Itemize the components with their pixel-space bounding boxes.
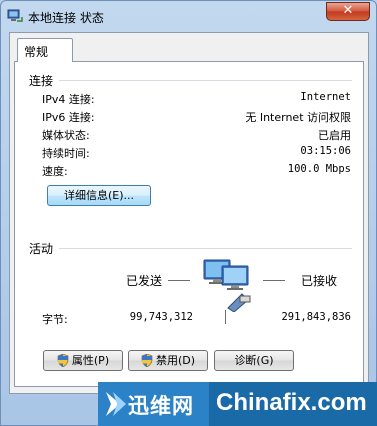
watermark-logo: 迅维网: [98, 382, 209, 426]
properties-button[interactable]: 属性(P): [43, 350, 123, 371]
speed-label: 速度:: [42, 165, 68, 178]
uac-shield-icon: [57, 353, 69, 373]
activity-divider: [225, 310, 226, 324]
speed-value: 100.0 Mbps: [287, 163, 351, 175]
watermark-banner: 迅维网 Chinafix.com: [98, 382, 377, 426]
dialog-client-area: 常规 连接 IPv4 连接: Internet IPv6 连接: 无 Inter…: [9, 32, 369, 394]
sent-line: [168, 280, 190, 281]
tab-label: 常规: [24, 45, 49, 59]
activity-group-header: 活动: [29, 242, 54, 256]
watermark-cn-text: 迅维网: [128, 394, 194, 418]
ipv6-value: 无 Internet 访问权限: [245, 111, 351, 124]
ipv4-label: IPv4 连接:: [42, 93, 95, 106]
ipv6-label: IPv6 连接:: [42, 111, 95, 124]
title-bar[interactable]: 本地连接 状态 ✕: [1, 1, 376, 31]
tab-general[interactable]: 常规: [17, 38, 73, 62]
media-state-label: 媒体状态:: [42, 129, 90, 142]
diagnose-button-label: 诊断(G): [234, 354, 274, 367]
uac-shield-icon: [141, 353, 153, 373]
sent-label: 已发送: [126, 274, 163, 288]
ipv4-value: Internet: [300, 91, 351, 103]
status-window: 本地连接 状态 ✕ 常规 连接 IPv4 连接: Internet IPv6 连…: [0, 0, 377, 426]
received-line: [263, 280, 285, 281]
duration-value: 03:15:06: [300, 145, 351, 157]
received-label: 已接收: [301, 274, 338, 288]
close-icon: ✕: [342, 3, 354, 18]
activity-group-divider: [59, 248, 352, 249]
disable-button-label: 禁用(D): [155, 354, 196, 367]
details-button[interactable]: 详细信息(E)...: [47, 185, 151, 206]
network-computers-icon: [200, 256, 256, 313]
media-state-value: 已启用: [318, 129, 351, 142]
properties-button-label: 属性(P): [71, 354, 110, 367]
window-title: 本地连接 状态: [28, 11, 104, 25]
bytes-label: 字节:: [42, 313, 68, 326]
watermark-en-text: Chinafix.com: [216, 389, 367, 416]
tab-panel-general: 连接 IPv4 连接: Internet IPv6 连接: 无 Internet…: [14, 61, 364, 387]
diagnose-button[interactable]: 诊断(G): [214, 350, 294, 371]
network-connection-icon: [7, 8, 23, 24]
connection-group-divider: [59, 80, 352, 81]
bytes-received-value: 291,843,836: [281, 311, 351, 323]
bytes-sent-value: 99,743,312: [129, 311, 193, 323]
duration-label: 持续时间:: [42, 147, 90, 160]
details-button-label: 详细信息(E)...: [63, 189, 135, 202]
disable-button[interactable]: 禁用(D): [128, 350, 208, 371]
arrow-logo-icon: [104, 390, 126, 421]
connection-group-header: 连接: [29, 74, 54, 88]
close-button[interactable]: ✕: [326, 2, 370, 21]
